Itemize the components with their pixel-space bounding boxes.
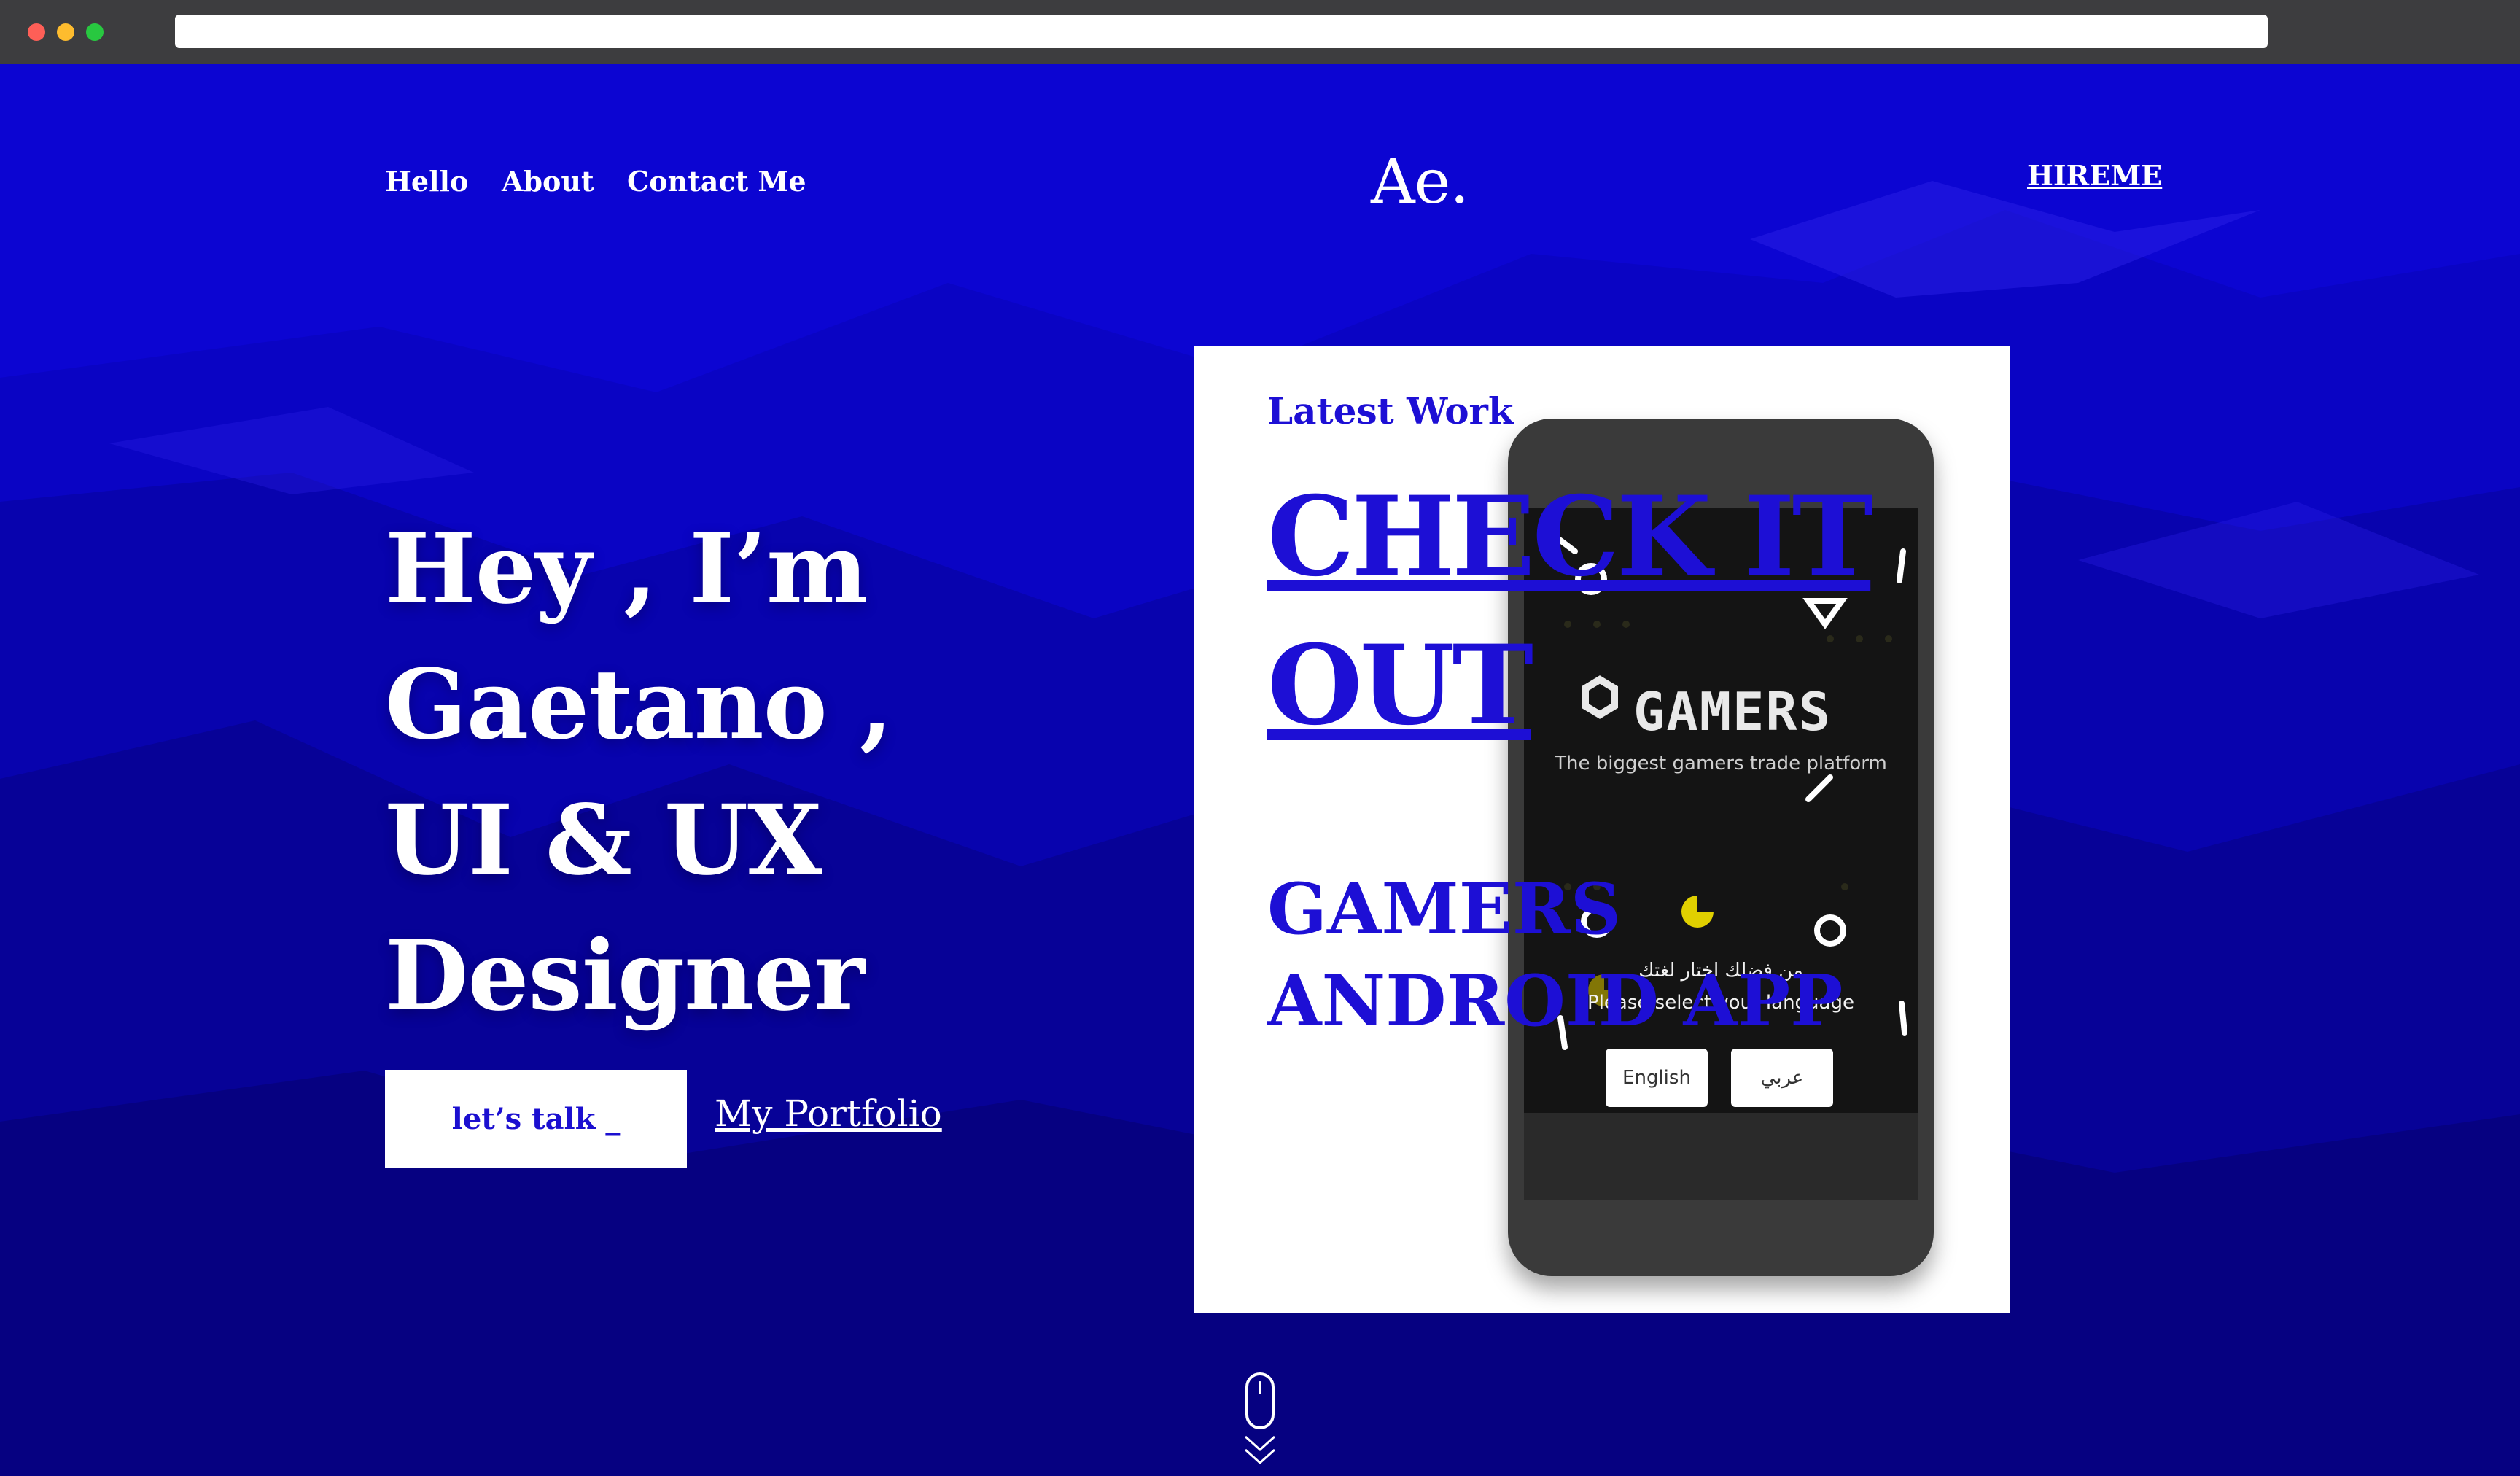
arabic-button[interactable]: عربي	[1731, 1049, 1833, 1107]
project-title: GAMERS ANDROID APP	[1267, 868, 1843, 1042]
hireme-link[interactable]: HIREME	[2027, 159, 2162, 192]
check-it-out-link[interactable]: CHECK IT OUT	[1267, 462, 1996, 760]
minimize-window-button[interactable]	[57, 23, 74, 41]
hero-heading: Hey , I’m Gaetano , UI & UX Designer	[385, 513, 893, 1033]
latest-work-label: Latest Work _	[1267, 389, 1544, 432]
portfolio-link[interactable]: My Portfolio	[715, 1092, 942, 1135]
close-window-button[interactable]	[28, 23, 45, 41]
mouse-scroll-icon[interactable]	[1242, 1372, 1278, 1469]
nav-link-about[interactable]: About	[502, 165, 594, 198]
site-logo[interactable]: Ae.	[1371, 146, 1469, 217]
lets-talk-button[interactable]: let’s talk _	[385, 1070, 687, 1168]
nav-link-contact[interactable]: Contact Me	[627, 165, 806, 198]
address-bar[interactable]	[175, 15, 2268, 48]
page: Hello About Contact Me Ae. HIREME Hey , …	[0, 64, 2520, 1476]
english-button[interactable]: English	[1606, 1049, 1708, 1107]
maximize-window-button[interactable]	[86, 23, 104, 41]
latest-work-card: Latest Work _ CHECK IT OUT GAMERS ANDROI…	[1194, 346, 2010, 1313]
browser-chrome	[0, 0, 2520, 64]
nav-link-hello[interactable]: Hello	[385, 165, 468, 198]
